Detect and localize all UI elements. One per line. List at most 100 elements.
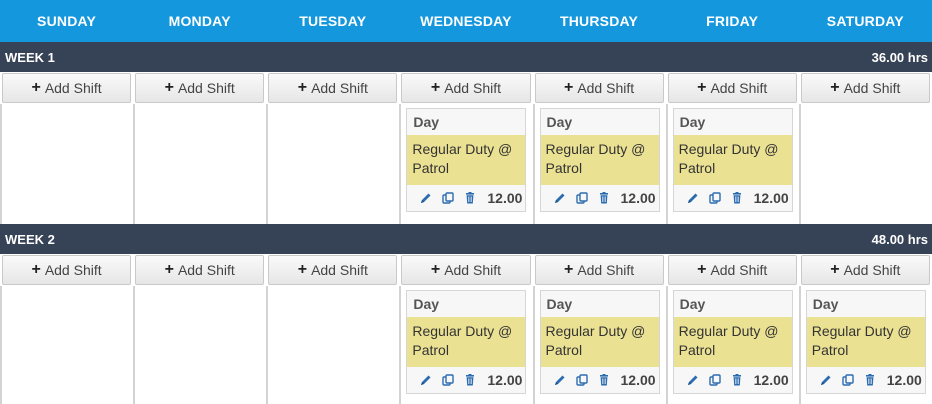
week-label: WEEK 1 [5, 49, 55, 65]
copy-icon[interactable] [441, 191, 455, 205]
day-header-friday: FRIDAY [665, 0, 799, 42]
add-shift-cell: + Add Shift [0, 254, 134, 286]
trash-icon[interactable] [597, 373, 611, 387]
add-shift-button-friday[interactable]: + Add Shift [667, 255, 797, 285]
add-shift-cell: + Add Shift [665, 72, 799, 104]
add-shift-cell: + Add Shift [266, 254, 400, 286]
plus-icon: + [563, 261, 574, 278]
shift-assignment: Regular Duty @ Patrol [673, 135, 792, 185]
add-shift-label: Add Shift [843, 80, 901, 96]
day-cell-friday: Day Regular Duty @ Patrol 12.00 [665, 104, 799, 224]
day-cell-sunday [0, 286, 134, 404]
week-bar: WEEK 1 36.00 hrs [0, 42, 932, 72]
shift-hours: 12.00 [753, 372, 789, 388]
day-header-thursday: THURSDAY [532, 0, 666, 42]
day-header-monday: MONDAY [133, 0, 267, 42]
shift-card[interactable]: Day Regular Duty @ Patrol 12.00 [539, 108, 660, 212]
plus-icon: + [297, 261, 308, 278]
shift-assignment: Regular Duty @ Patrol [673, 317, 792, 367]
edit-icon[interactable] [686, 373, 700, 387]
shift-card[interactable]: Day Regular Duty @ Patrol 12.00 [406, 290, 527, 394]
add-shift-row: + Add Shift + Add Shift + Add Shift + Add Shift… [0, 254, 932, 286]
week-total-hours: 36.00 hrs [871, 49, 928, 65]
trash-icon[interactable] [463, 191, 477, 205]
add-shift-button-wednesday[interactable]: + Add Shift [401, 73, 531, 103]
shift-actions: 12.00 [807, 367, 925, 393]
add-shift-button-friday[interactable]: + Add Shift [667, 73, 797, 103]
copy-icon[interactable] [708, 191, 722, 205]
shift-hours: 12.00 [620, 372, 656, 388]
trash-icon[interactable] [730, 373, 744, 387]
day-cell-thursday: Day Regular Duty @ Patrol 12.00 [532, 286, 666, 404]
plus-icon: + [164, 79, 174, 96]
edit-icon[interactable] [553, 373, 567, 387]
add-shift-button-monday[interactable]: + Add Shift [135, 73, 265, 103]
add-shift-label: Add Shift [44, 80, 102, 96]
add-shift-button-thursday[interactable]: + Add Shift [534, 73, 664, 103]
shift-actions: 12.00 [674, 185, 792, 211]
shift-actions: 12.00 [541, 185, 659, 211]
add-shift-label: Add Shift [843, 262, 901, 278]
copy-icon[interactable] [708, 373, 722, 387]
trash-icon[interactable] [863, 373, 877, 387]
day-cell-monday [133, 286, 267, 404]
add-shift-button-wednesday[interactable]: + Add Shift [401, 255, 531, 285]
day-header-row: SUNDAY MONDAY TUESDAY WEDNESDAY THURSDAY… [0, 0, 932, 42]
add-shift-label: Add Shift [177, 80, 235, 96]
add-shift-button-tuesday[interactable]: + Add Shift [268, 73, 398, 103]
day-header-tuesday: TUESDAY [266, 0, 400, 42]
shift-card[interactable]: Day Regular Duty @ Patrol 12.00 [406, 108, 527, 212]
shift-card[interactable]: Day Regular Duty @ Patrol 12.00 [672, 108, 793, 212]
add-shift-button-thursday[interactable]: + Add Shift [534, 255, 664, 285]
add-shift-label: Add Shift [444, 262, 502, 278]
shift-hours: 12.00 [487, 190, 523, 206]
day-header-sunday: SUNDAY [0, 0, 134, 42]
add-shift-button-sunday[interactable]: + Add Shift [2, 73, 132, 103]
shift-hours: 12.00 [753, 190, 789, 206]
plus-icon: + [697, 261, 707, 278]
shift-card[interactable]: Day Regular Duty @ Patrol 12.00 [672, 290, 793, 394]
shift-row: Day Regular Duty @ Patrol 12.00 Day Regular … [0, 104, 932, 224]
add-shift-button-tuesday[interactable]: + Add Shift [268, 255, 398, 285]
week-label: WEEK 2 [5, 231, 55, 247]
shift-card[interactable]: Day Regular Duty @ Patrol 12.00 [805, 290, 926, 394]
copy-icon[interactable] [441, 373, 455, 387]
plus-icon: + [31, 261, 41, 278]
add-shift-button-sunday[interactable]: + Add Shift [2, 255, 132, 285]
edit-icon[interactable] [419, 191, 433, 205]
shift-hours: 12.00 [886, 372, 922, 388]
copy-icon[interactable] [841, 373, 855, 387]
shift-assignment: Regular Duty @ Patrol [540, 317, 659, 367]
add-shift-cell: + Add Shift [133, 72, 267, 104]
add-shift-cell: + Add Shift [798, 72, 932, 104]
edit-icon[interactable] [419, 373, 433, 387]
add-shift-row: + Add Shift + Add Shift + Add Shift + Add Shift… [0, 72, 932, 104]
add-shift-cell: + Add Shift [798, 254, 932, 286]
add-shift-button-monday[interactable]: + Add Shift [135, 255, 265, 285]
day-cell-tuesday [266, 104, 400, 224]
plus-icon: + [430, 261, 441, 278]
plus-icon: + [31, 79, 41, 96]
trash-icon[interactable] [597, 191, 611, 205]
copy-icon[interactable] [575, 191, 589, 205]
shift-type: Day [546, 114, 573, 130]
add-shift-label: Add Shift [311, 262, 368, 278]
add-shift-button-saturday[interactable]: + Add Shift [800, 73, 930, 103]
edit-icon[interactable] [686, 191, 700, 205]
shift-card[interactable]: Day Regular Duty @ Patrol 12.00 [539, 290, 660, 394]
add-shift-button-saturday[interactable]: + Add Shift [800, 255, 930, 285]
copy-icon[interactable] [575, 373, 589, 387]
add-shift-label: Add Shift [710, 80, 768, 96]
add-shift-cell: + Add Shift [0, 72, 134, 104]
add-shift-cell: + Add Shift [665, 254, 799, 286]
day-cell-wednesday: Day Regular Duty @ Patrol 12.00 [399, 286, 533, 404]
day-cell-saturday [798, 104, 932, 224]
trash-icon[interactable] [463, 373, 477, 387]
edit-icon[interactable] [819, 373, 833, 387]
week-bar: WEEK 2 48.00 hrs [0, 224, 932, 254]
add-shift-cell: + Add Shift [399, 254, 533, 286]
edit-icon[interactable] [553, 191, 567, 205]
trash-icon[interactable] [730, 191, 744, 205]
shift-type: Day [413, 296, 440, 312]
shift-assignment: Regular Duty @ Patrol [407, 317, 526, 367]
